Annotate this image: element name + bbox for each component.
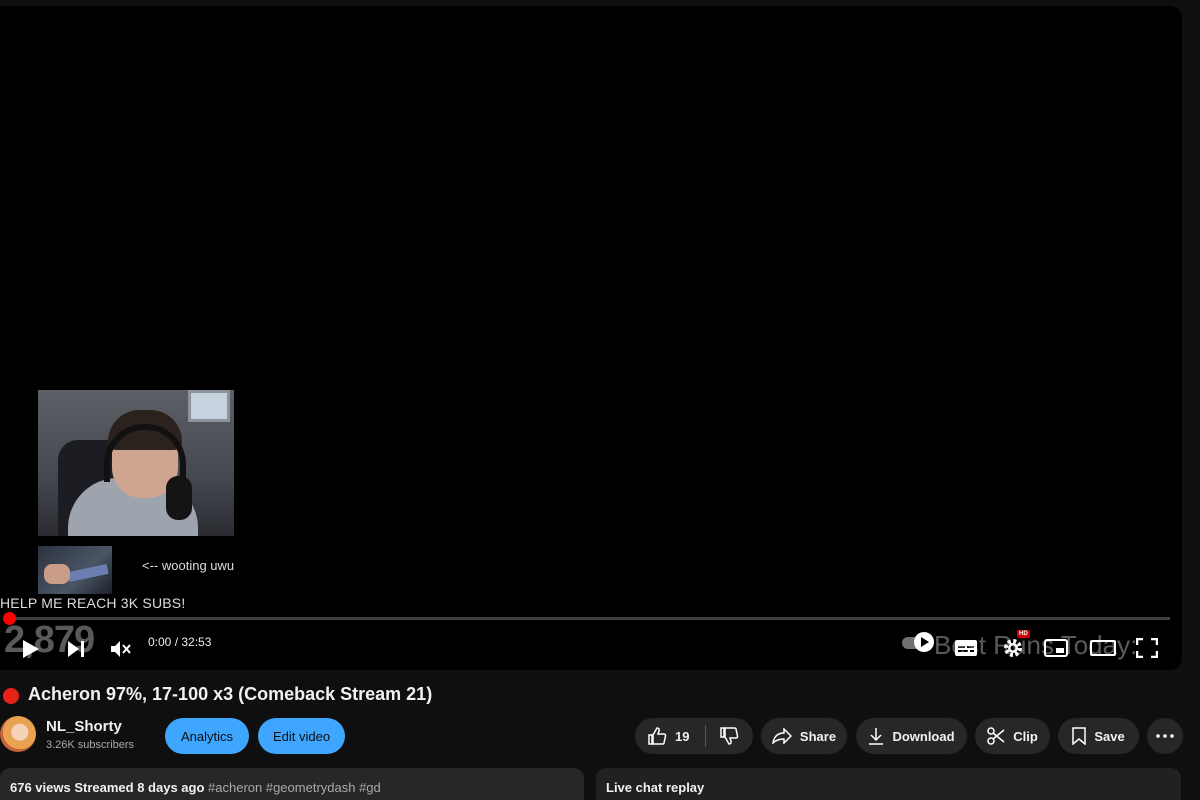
- stream-banner-text: HELP ME REACH 3K SUBS!: [0, 595, 186, 611]
- fullscreen-button[interactable]: [1134, 636, 1160, 660]
- view-count: 676 views: [10, 780, 71, 795]
- share-button[interactable]: Share: [761, 718, 847, 754]
- save-label: Save: [1094, 728, 1125, 744]
- bookmark-icon: [1072, 727, 1087, 745]
- more-actions-button[interactable]: [1147, 718, 1183, 754]
- time-display: 0:00 / 32:53: [148, 635, 212, 649]
- download-label: Download: [892, 728, 955, 744]
- share-icon: [771, 728, 792, 744]
- stream-date: Streamed 8 days ago: [74, 780, 205, 795]
- keyboard-cam: [38, 546, 112, 594]
- edit-video-button[interactable]: Edit video: [258, 718, 345, 754]
- like-count: 19: [675, 728, 690, 744]
- like-dislike-group: 19: [635, 718, 753, 754]
- autoplay-knob[interactable]: [914, 632, 934, 652]
- thumbs-down-icon: [720, 727, 739, 745]
- next-button[interactable]: [62, 636, 90, 662]
- download-icon: [869, 728, 884, 745]
- live-indicator-dot: [3, 688, 19, 704]
- play-icon: [920, 637, 929, 647]
- save-button[interactable]: Save: [1058, 718, 1139, 754]
- mute-icon: [111, 641, 131, 657]
- next-icon: [68, 641, 84, 657]
- webcam-feed: [38, 390, 234, 536]
- share-label: Share: [799, 728, 837, 744]
- play-icon: [23, 640, 39, 658]
- scissors-icon: [987, 727, 1005, 745]
- clip-button[interactable]: Clip: [975, 718, 1050, 754]
- subscriber-count: 3.26K subscribers: [46, 739, 135, 751]
- live-chat-replay-panel[interactable]: Live chat replay: [596, 768, 1181, 800]
- progress-bar[interactable]: [9, 617, 1170, 620]
- fullscreen-icon: [1136, 638, 1158, 658]
- thumbs-up-icon: [648, 727, 667, 745]
- youtube-watch-page: <-- wooting uwu HELP ME REACH 3K SUBS! 2…: [0, 0, 1200, 800]
- dislike-button[interactable]: [706, 726, 752, 746]
- live-chat-title: Live chat replay: [606, 780, 705, 795]
- play-button[interactable]: [16, 636, 46, 662]
- analytics-button[interactable]: Analytics: [165, 718, 249, 754]
- description-box[interactable]: 676 views Streamed 8 days ago #acheron #…: [0, 768, 584, 800]
- like-button[interactable]: 19: [635, 726, 705, 746]
- video-title: Acheron 97%, 17-100 x3 (Comeback Stream …: [28, 684, 433, 704]
- more-horizontal-icon: [1156, 734, 1174, 738]
- download-button[interactable]: Download: [856, 718, 967, 754]
- mute-button[interactable]: [106, 636, 134, 662]
- clip-label: Clip: [1013, 728, 1038, 744]
- webcam-caption: <-- wooting uwu: [142, 558, 235, 573]
- channel-name[interactable]: NL_Shorty: [46, 718, 122, 735]
- channel-avatar[interactable]: [0, 716, 36, 752]
- hashtags[interactable]: #acheron #geometrydash #gd: [208, 780, 381, 795]
- stream-overlay-best-runs: Best Runs Today:: [934, 630, 1138, 660]
